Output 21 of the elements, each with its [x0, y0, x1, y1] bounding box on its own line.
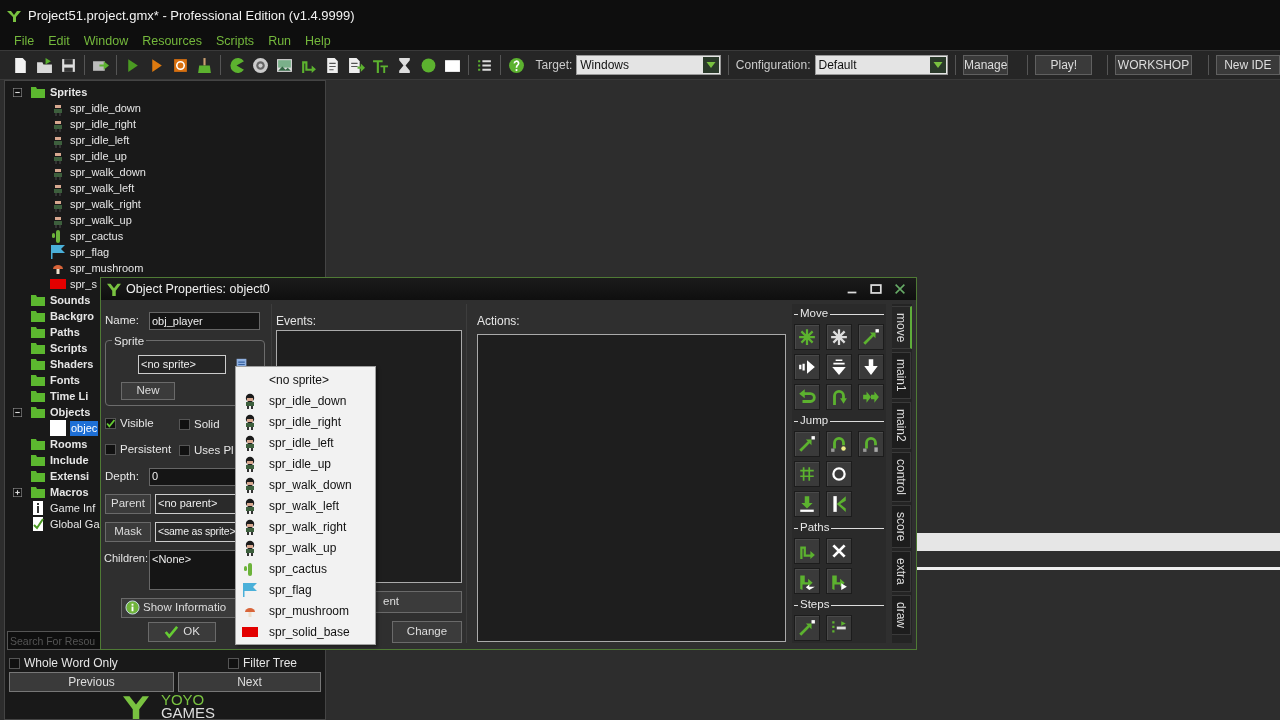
window-title: Project51.project.gmx* - Professional Edition (v1.4.9999) [28, 7, 355, 26]
field-label: Depth: [105, 468, 140, 484]
brand-text: YOYO [160, 693, 206, 706]
section-label: Events: [276, 313, 318, 326]
checkbox-label: Filter Tree [243, 655, 297, 672]
section-title: Paths [800, 520, 830, 536]
checkbox-label: Persistent [120, 442, 172, 458]
section-title: Steps [800, 597, 830, 613]
section-title: Move [800, 306, 829, 322]
dialog-title: Object Properties: object0 [126, 280, 270, 298]
checkbox-label: Solid [194, 417, 220, 432]
field-label: Name: [105, 313, 140, 329]
brand-text: GAMES [160, 706, 216, 719]
checkbox-label: Uses Pl [194, 443, 234, 459]
checkbox-label: Visible [120, 416, 154, 431]
configuration-label: Configuration: [735, 57, 811, 74]
section-title: Jump [800, 413, 829, 429]
target-label: Target: [535, 57, 573, 74]
checkbox-label: Whole Word Only [24, 655, 118, 672]
field-label: Children: [104, 550, 149, 566]
section-label: Actions: [477, 313, 521, 326]
